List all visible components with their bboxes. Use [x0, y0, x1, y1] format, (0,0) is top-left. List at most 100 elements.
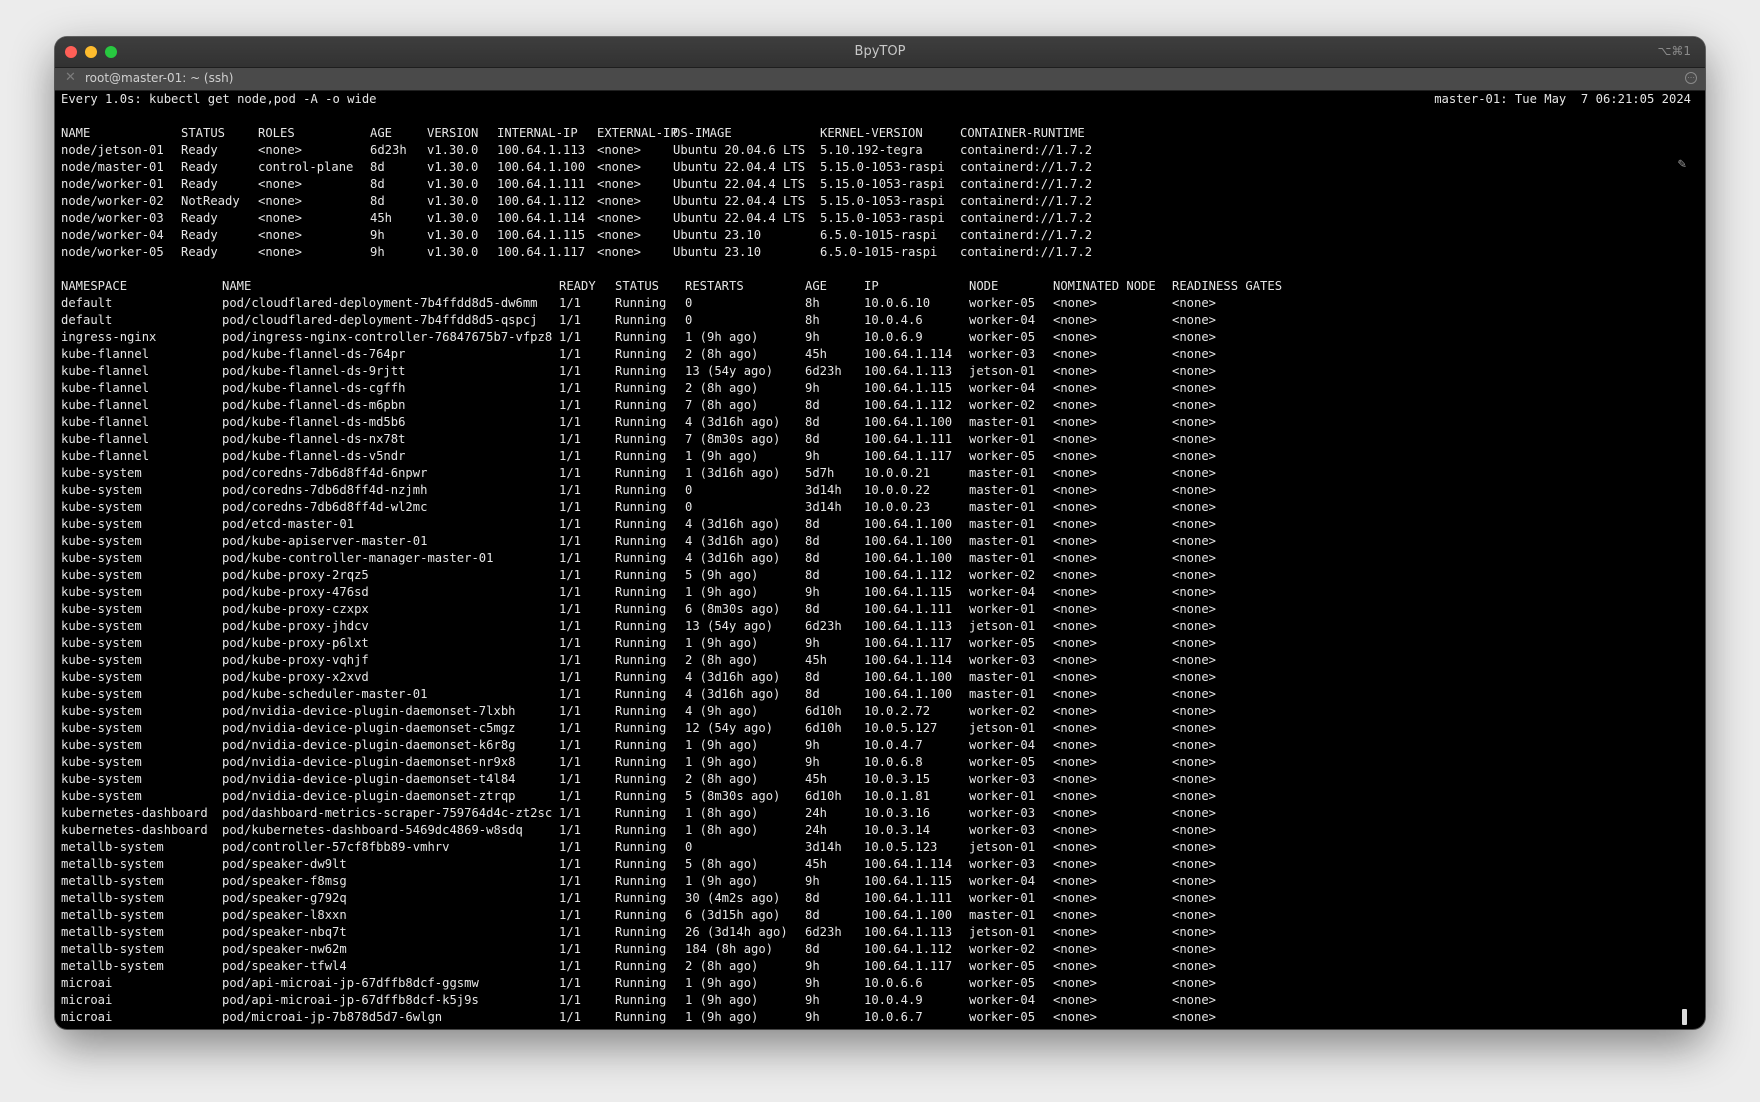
- pod-cell: Running: [615, 585, 667, 599]
- pod-cell: kube-system: [61, 602, 142, 616]
- node-cell: node/worker-04: [61, 228, 164, 242]
- pod-cell: worker-05: [969, 296, 1036, 310]
- pod-cell: 9h: [805, 636, 820, 650]
- pod-row: kube-system pod/kube-proxy-2rqz5 1/1 Runnin…: [61, 567, 1691, 584]
- pod-cell: 10.0.6.7: [864, 1010, 923, 1024]
- pod-cell: <none>: [1053, 551, 1098, 565]
- pod-cell: 1/1: [559, 942, 582, 956]
- pod-cell: 1 (9h ago): [685, 738, 759, 752]
- pod-cell: <none>: [1053, 840, 1098, 854]
- node-cell: 6.5.0-1015-raspi: [820, 228, 938, 242]
- pod-cell: Running: [615, 653, 667, 667]
- pod-cell: Running: [615, 466, 667, 480]
- pod-cell: Running: [615, 500, 667, 514]
- pod-cell: 4 (3d16h ago): [685, 415, 781, 429]
- node-cell: node/worker-02: [61, 194, 164, 208]
- terminal-output[interactable]: Every 1.0s: kubectl get node,pod -A -o w…: [61, 91, 1691, 1029]
- pod-cell: pod/kube-apiserver-master-01: [222, 534, 428, 548]
- pod-cell: 100.64.1.117: [864, 636, 953, 650]
- pod-cell: 100.64.1.113: [864, 364, 953, 378]
- pod-row: default pod/cloudflared-deployment-7b4ffd…: [61, 312, 1691, 329]
- pod-cell: 5 (8h ago): [685, 857, 759, 871]
- pod-cell: 8d: [805, 670, 820, 684]
- tab-menu-icon[interactable]: ⋯: [1685, 72, 1697, 84]
- pod-cell: <none>: [1172, 942, 1217, 956]
- pod-cell: <none>: [1053, 364, 1098, 378]
- pod-cell: 1/1: [559, 721, 582, 735]
- pod-cell: Running: [615, 772, 667, 786]
- pod-cell: 8d: [805, 432, 820, 446]
- pod-row: kube-flannel pod/kube-flannel-ds-md5b6 1/1…: [61, 414, 1691, 431]
- pod-row: kube-system pod/coredns-7db6d8ff4d-nzjmh 1…: [61, 482, 1691, 499]
- pod-cell: <none>: [1053, 296, 1098, 310]
- pod-row: kube-flannel pod/kube-flannel-ds-764pr 1/1…: [61, 346, 1691, 363]
- column-header: NAME: [61, 126, 91, 140]
- pod-cell: metallb-system: [61, 925, 164, 939]
- pod-cell: <none>: [1172, 347, 1217, 361]
- pod-cell: pod/coredns-7db6d8ff4d-nzjmh: [222, 483, 428, 497]
- pod-cell: 1 (9h ago): [685, 1010, 759, 1024]
- pod-cell: <none>: [1053, 568, 1098, 582]
- node-cell: 100.64.1.113: [497, 143, 586, 157]
- pod-cell: pod/coredns-7db6d8ff4d-wl2mc: [222, 500, 428, 514]
- pod-cell: <none>: [1053, 772, 1098, 786]
- pod-cell: pod/kube-flannel-ds-cgffh: [222, 381, 406, 395]
- pod-cell: pod/microai-jp-7b878d5d7-6wlgn: [222, 1010, 443, 1024]
- pod-cell: <none>: [1053, 602, 1098, 616]
- node-cell: <none>: [258, 177, 303, 191]
- node-cell: Ready: [181, 177, 218, 191]
- pod-cell: <none>: [1053, 891, 1098, 905]
- node-cell: <none>: [258, 211, 303, 225]
- pod-cell: Running: [615, 534, 667, 548]
- pod-cell: 10.0.4.6: [864, 313, 923, 327]
- pod-cell: kubernetes-dashboard: [61, 823, 208, 837]
- pod-cell: 1/1: [559, 568, 582, 582]
- pod-cell: <none>: [1172, 483, 1217, 497]
- tab-close-icon[interactable]: ✕: [65, 70, 76, 85]
- pod-cell: <none>: [1172, 398, 1217, 412]
- pod-cell: kube-system: [61, 568, 142, 582]
- pod-cell: 45h: [805, 347, 828, 361]
- pod-cell: <none>: [1053, 687, 1098, 701]
- pod-cell: 1/1: [559, 313, 582, 327]
- pod-cell: Running: [615, 602, 667, 616]
- pod-cell: 4 (3d16h ago): [685, 517, 781, 531]
- pod-cell: pod/cloudflared-deployment-7b4ffdd8d5-dw…: [222, 296, 538, 310]
- pod-cell: <none>: [1172, 959, 1217, 973]
- pod-cell: pod/nvidia-device-plugin-daemonset-k6r8g: [222, 738, 516, 752]
- column-header: STATUS: [181, 126, 226, 140]
- pod-cell: pod/nvidia-device-plugin-daemonset-c5mgz: [222, 721, 516, 735]
- pod-cell: worker-02: [969, 398, 1036, 412]
- pod-cell: 24h: [805, 806, 828, 820]
- pod-row: metallb-system pod/controller-57cf8fbb89-…: [61, 839, 1691, 856]
- pod-cell: Running: [615, 738, 667, 752]
- pod-row: kube-flannel pod/kube-flannel-ds-nx78t 1/1…: [61, 431, 1691, 448]
- pod-cell: worker-03: [969, 772, 1036, 786]
- pod-cell: Running: [615, 755, 667, 769]
- pod-row: kube-system pod/nvidia-device-plugin-daem…: [61, 703, 1691, 720]
- pod-cell: 9h: [805, 330, 820, 344]
- node-row: node/master-01 Ready control-plane 8d v1.30.…: [61, 159, 1691, 176]
- pod-cell: 100.64.1.100: [864, 670, 953, 684]
- pod-row: kube-system pod/nvidia-device-plugin-daem…: [61, 788, 1691, 805]
- pod-cell: pod/speaker-nbq7t: [222, 925, 347, 939]
- pod-cell: pod/kube-flannel-ds-9rjtt: [222, 364, 406, 378]
- pod-cell: 8d: [805, 398, 820, 412]
- tab-ssh-session[interactable]: root@master-01: ~ (ssh): [85, 71, 233, 85]
- pod-cell: 1/1: [559, 296, 582, 310]
- pod-cell: 0: [685, 500, 693, 514]
- pod-cell: pod/speaker-f8msg: [222, 874, 347, 888]
- node-row: node/jetson-01 Ready <none> 6d23h v1.30.0 100…: [61, 142, 1691, 159]
- pod-cell: 12 (54y ago): [685, 721, 774, 735]
- pod-cell: 10.0.6.8: [864, 755, 923, 769]
- pod-cell: 100.64.1.114: [864, 347, 953, 361]
- pod-cell: <none>: [1053, 500, 1098, 514]
- pod-cell: master-01: [969, 415, 1036, 429]
- column-header: CONTAINER-RUNTIME: [960, 126, 1085, 140]
- pod-cell: kube-system: [61, 483, 142, 497]
- pod-cell: 100.64.1.100: [864, 687, 953, 701]
- pod-cell: 1 (8h ago): [685, 806, 759, 820]
- pod-cell: master-01: [969, 517, 1036, 531]
- pod-cell: 1/1: [559, 500, 582, 514]
- pod-cell: <none>: [1172, 381, 1217, 395]
